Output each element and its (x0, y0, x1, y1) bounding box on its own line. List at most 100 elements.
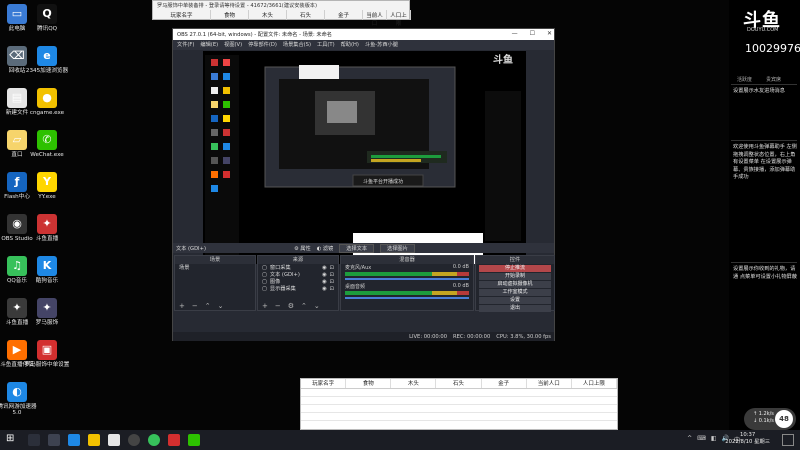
visibility-icon[interactable]: ◉ (322, 286, 327, 292)
wechat-taskbar-icon[interactable] (188, 434, 200, 446)
visibility-icon[interactable]: ◉ (322, 265, 327, 271)
column-header[interactable]: 石头 (287, 10, 325, 20)
add-icon[interactable]: + (179, 302, 185, 310)
start-recording-button[interactable]: 开始录制 (479, 273, 551, 280)
menu-item[interactable]: 场景集合(S) (283, 41, 311, 49)
menu-item[interactable]: 停靠部件(D) (248, 41, 277, 49)
spreadsheet-window-top[interactable]: 罗马服饰中单装备排 - 登录请等待设置 - 41672/3661(建议安装版本)… (152, 0, 411, 27)
move-down-icon[interactable]: ⌄ (218, 302, 224, 310)
network-icon[interactable]: ◧ (711, 435, 717, 444)
desktop-icon[interactable]: Y YY.exe (24, 172, 70, 200)
column-header[interactable]: 木头 (249, 10, 287, 20)
menu-item[interactable]: 工具(T) (317, 41, 335, 49)
lock-icon[interactable]: ⊡ (330, 279, 334, 285)
menu-item[interactable]: 视图(V) (224, 41, 242, 49)
select-image-button[interactable]: 选择图片 (380, 243, 415, 253)
column-header[interactable]: 人口上限 (572, 379, 617, 388)
studio-mode-button[interactable]: 工作室模式 (479, 289, 551, 296)
scene-item[interactable]: 场景 (175, 264, 255, 271)
menu-item[interactable]: 斗鱼-苏西小腿 (365, 41, 398, 49)
desktop-icon[interactable]: ● cngame.exe (24, 88, 70, 116)
close-icon[interactable]: ✕ (547, 30, 552, 37)
remove-icon[interactable]: − (192, 302, 198, 310)
column-header[interactable]: 石头 (436, 379, 482, 388)
source-item[interactable]: ▢ 图像 ◉ ⊡ (258, 278, 338, 286)
keyboard-icon[interactable]: ⌨ (697, 435, 706, 444)
audio-meter (345, 272, 469, 276)
app-icon: ◐ (7, 382, 27, 402)
filters-button[interactable]: ◐ 滤镜 (317, 245, 334, 252)
desktop-icon[interactable]: ◐ 腾讯网游加速器5.0 (0, 382, 40, 417)
desktop-icon[interactable]: e 2345加速浏览器 (24, 46, 70, 74)
windows-start-icon[interactable]: ⊞ (6, 433, 18, 445)
tab-activity[interactable]: 活跃度 (737, 76, 752, 83)
column-header[interactable]: 玩家名字 (153, 10, 211, 20)
menu-item[interactable]: 文件(F) (177, 41, 194, 49)
taskbar-clock[interactable]: 10:37 2022/8/10 星期三 (725, 432, 770, 446)
desktop-icon[interactable]: ✦ 斗鱼直播 (24, 214, 70, 242)
minimize-icon[interactable]: — (512, 30, 518, 37)
column-header[interactable]: 玩家名字 (301, 379, 347, 388)
source-type-icon: ▢ (262, 264, 267, 271)
column-header[interactable]: 食物 (346, 379, 392, 388)
column-header[interactable]: 金子 (325, 10, 363, 20)
column-header[interactable]: 当前人口 (363, 10, 387, 27)
menu-item[interactable]: 编辑(E) (200, 41, 218, 49)
menu-item[interactable]: 帮助(H) (341, 41, 359, 49)
douyu-logo-sub: DOUYU.COM (747, 27, 779, 33)
obs-taskbar-icon[interactable] (128, 434, 140, 446)
visibility-icon[interactable]: ◉ (322, 279, 327, 285)
move-up-icon[interactable]: ⌃ (301, 302, 307, 310)
lock-icon[interactable]: ⊡ (330, 272, 334, 278)
gear-icon[interactable]: ⚙ (288, 302, 294, 310)
game-app-icon[interactable] (88, 434, 100, 446)
spreadsheet-window-bottom[interactable]: 玩家名字 食物 木头 石头 金子 当前人口 人口上限 (300, 378, 618, 430)
select-text-button[interactable]: 选择文本 (339, 243, 375, 253)
volume-slider[interactable] (345, 297, 469, 299)
file-explorer-icon[interactable] (108, 434, 120, 446)
exit-button[interactable]: 退出 (479, 305, 551, 312)
qq-music-taskbar-icon[interactable] (148, 434, 160, 446)
search-icon[interactable] (28, 434, 40, 446)
douyu-taskbar-icon[interactable] (168, 434, 180, 446)
move-down-icon[interactable]: ⌄ (314, 302, 320, 310)
lock-icon[interactable]: ⊡ (330, 265, 334, 271)
maximize-icon[interactable]: ☐ (530, 30, 535, 37)
column-header[interactable]: 食物 (211, 10, 249, 20)
notification-icon[interactable] (782, 434, 794, 446)
rec-timer: REC: 00:00:00 (453, 333, 491, 340)
tray-chevron-icon[interactable]: ^ (687, 435, 692, 444)
stop-stream-button[interactable]: 停止推流 (479, 265, 551, 272)
mixer-channel-name: 麦克风/Aux (345, 265, 372, 271)
source-item[interactable]: ▢ 文本 (GDI+) ◉ ⊡ (258, 271, 338, 279)
tab-vip[interactable]: 贵宾席 (766, 76, 781, 83)
lock-icon[interactable]: ⊡ (330, 286, 334, 292)
column-header[interactable]: 金子 (482, 379, 527, 388)
desktop-icon[interactable]: ✦ 罗马服饰 (24, 298, 70, 326)
scenes-header: 场景 (175, 256, 255, 264)
source-item[interactable]: ▢ 窗口采集 ◉ ⊡ (258, 264, 338, 272)
column-header[interactable]: 木头 (391, 379, 437, 388)
remove-icon[interactable]: − (275, 302, 281, 310)
move-up-icon[interactable]: ⌃ (205, 302, 211, 310)
properties-button[interactable]: ⚙ 属性 (294, 245, 311, 252)
source-item[interactable]: ▢ 显示器采集 ◉ ⊡ (258, 285, 338, 293)
desktop-icon-label: YY.exe (38, 194, 56, 200)
obs-preview[interactable]: 斗鱼平台开播成功 斗鱼 (203, 51, 526, 264)
column-header[interactable]: 当前人口 (527, 379, 572, 388)
column-header[interactable]: 人口上限 (387, 10, 411, 27)
virtual-camera-button[interactable]: 启动虚拟摄像机 (479, 281, 551, 288)
desktop-icon[interactable]: K 酷狗音乐 (24, 256, 70, 284)
volume-slider[interactable] (345, 278, 469, 280)
desktop-icon[interactable]: ▣ 罗马服饰中单设置 (24, 340, 70, 368)
task-view-icon[interactable] (48, 434, 60, 446)
network-speed-widget[interactable]: ↑ 1.2k/s ↓ 0.1k/s 48 (744, 408, 796, 430)
desktop-icon[interactable]: ✆ WeChat.exe (24, 130, 70, 158)
desktop-icon[interactable]: Q 腾讯QQ (24, 4, 70, 32)
add-icon[interactable]: + (262, 302, 268, 310)
browser-icon[interactable] (68, 434, 80, 446)
obs-window[interactable]: OBS 27.0.1 (64-bit, windows) - 配置文件: 未命名… (172, 28, 555, 341)
obs-titlebar[interactable]: OBS 27.0.1 (64-bit, windows) - 配置文件: 未命名… (173, 29, 554, 40)
settings-button[interactable]: 设置 (479, 297, 551, 304)
visibility-icon[interactable]: ◉ (322, 272, 327, 278)
